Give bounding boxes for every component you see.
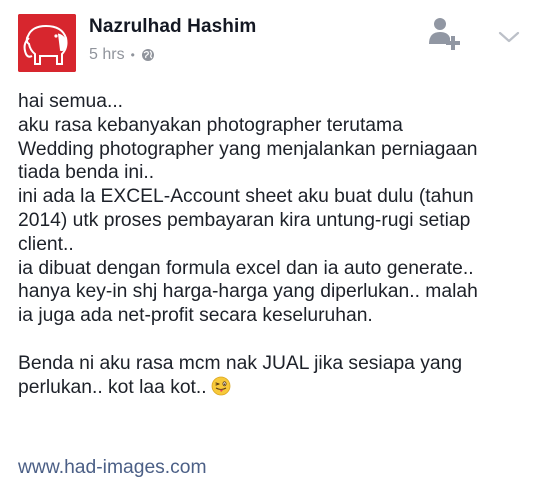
globe-icon[interactable] — [141, 48, 155, 62]
post-line: aku rasa kebanyakan photographer terutam… — [18, 114, 403, 136]
post-line: hai semua... — [18, 91, 124, 112]
post-line: client.. — [18, 233, 74, 255]
post-line: tiada benda ini.. — [18, 162, 155, 184]
post-line: hanya key-in shj harga-harga yang diperl… — [18, 281, 478, 303]
winking-tongue-emoji-icon — [211, 376, 231, 395]
elephant-logo-icon — [18, 14, 76, 72]
author-name[interactable]: Nazrulhad Hashim — [89, 16, 256, 38]
post-line: 2014) utk proses pembayaran kira untung-… — [18, 209, 471, 231]
meta-separator: • — [130, 48, 135, 62]
post-line: ini ada la EXCEL-Account sheet aku buat … — [18, 186, 474, 208]
post-line: Benda ni aku rasa mcm nak JUAL jika sesi… — [18, 352, 463, 374]
post-header: Nazrulhad Hashim 5 hrs • — [0, 0, 540, 80]
timestamp[interactable]: 5 hrs — [89, 46, 125, 64]
chevron-down-icon[interactable] — [498, 30, 520, 44]
post-line-text: perlukan.. kot laa kot.. — [18, 376, 207, 398]
post-line: Wedding photographer yang menjalankan pe… — [18, 138, 478, 160]
website-link[interactable]: www.had-images.com — [18, 457, 207, 479]
post-text: hai semua... aku rasa kebanyakan photogr… — [18, 90, 533, 399]
post-line: ia juga ada net-profit secara keseluruha… — [18, 305, 373, 327]
post-line: ia dibuat dengan formula excel dan ia au… — [18, 257, 474, 279]
post-line-with-emoji: perlukan.. kot laa kot.. — [18, 376, 533, 400]
add-friend-icon[interactable] — [426, 14, 462, 50]
avatar[interactable] — [18, 14, 76, 72]
post-meta: 5 hrs • — [89, 46, 155, 64]
